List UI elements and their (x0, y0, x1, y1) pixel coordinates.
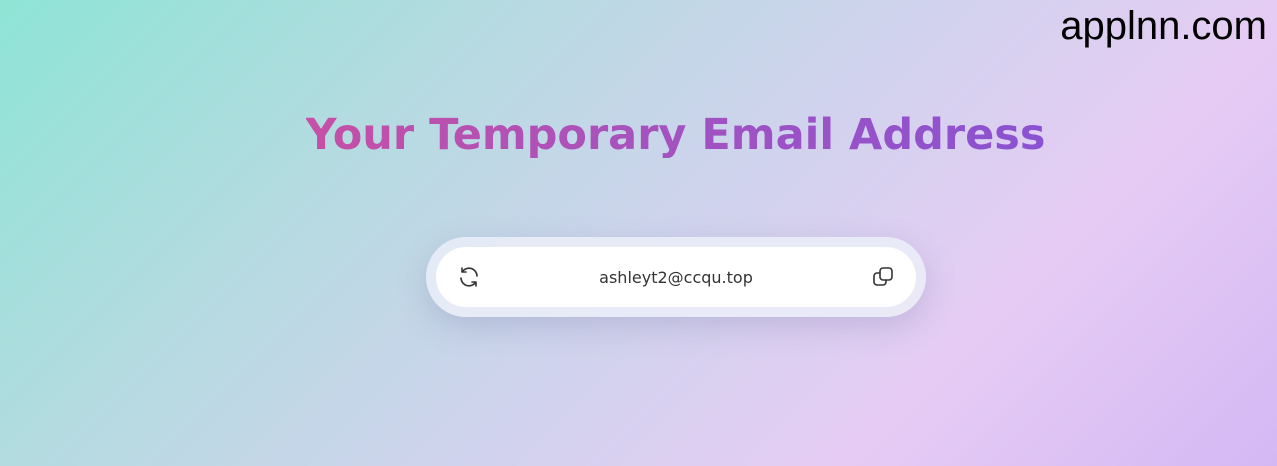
email-box: ashleyt2@ccqu.top (426, 237, 926, 317)
refresh-icon (460, 267, 478, 287)
email-address[interactable]: ashleyt2@ccqu.top (482, 268, 870, 287)
email-box-inner: ashleyt2@ccqu.top (436, 247, 916, 307)
refresh-button[interactable] (456, 264, 482, 290)
copy-button[interactable] (870, 264, 896, 290)
page-title-text: Your Temporary Email Address (305, 110, 1046, 160)
watermark: applnn.com (1060, 4, 1267, 48)
copy-icon (873, 267, 893, 286)
page-title: Your Temporary Email Address (0, 110, 1277, 162)
